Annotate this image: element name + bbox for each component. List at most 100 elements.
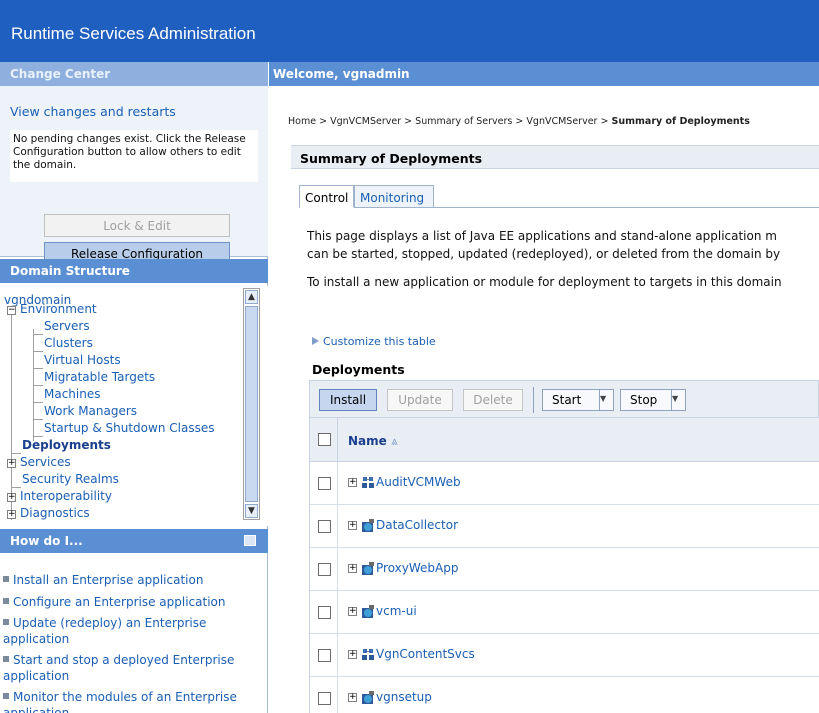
tree-item-startup-shutdown-classes[interactable]: Startup & Shutdown Classes	[44, 421, 214, 435]
web-app-icon	[362, 519, 374, 532]
tree-item-machines[interactable]: Machines	[44, 387, 100, 401]
table-row: + ProxyWebApp	[310, 548, 819, 591]
row-checkbox[interactable]	[318, 477, 331, 490]
welcome-bar: Welcome, vgnadmin	[269, 62, 819, 86]
minimize-icon[interactable]	[244, 535, 256, 546]
customize-table-link[interactable]: Customize this table	[312, 335, 436, 348]
tree-item-virtual-hosts[interactable]: Virtual Hosts	[44, 353, 121, 367]
howdo-item[interactable]: Monitor the modules of an Enterprise app…	[3, 689, 265, 713]
delete-button[interactable]: Delete	[463, 389, 523, 411]
app-title: Runtime Services Administration	[11, 24, 256, 43]
tree-item-diagnostics[interactable]: Diagnostics	[20, 506, 90, 520]
expand-icon[interactable]: +	[7, 510, 16, 519]
scroll-thumb[interactable]	[245, 306, 258, 502]
row-checkbox[interactable]	[318, 606, 331, 619]
breadcrumb-summary-servers[interactable]: Summary of Servers	[415, 116, 512, 127]
deployment-name-link[interactable]: vgnsetup	[376, 690, 432, 704]
tree-item-migratable-targets[interactable]: Migratable Targets	[44, 370, 155, 384]
tree-line	[11, 312, 12, 520]
tree-item-deployments[interactable]: Deployments	[22, 438, 111, 452]
row-checkbox[interactable]	[318, 520, 331, 533]
description-line-3: To install a new application or module f…	[307, 275, 782, 289]
description-line-1: This page displays a list of Java EE app…	[307, 229, 777, 243]
breadcrumb-server-2[interactable]: VgnVCMServer	[526, 116, 597, 127]
deployments-toolbar: Install Update Delete Start ▼ Stop ▼	[309, 380, 819, 418]
tree-item-servers[interactable]: Servers	[44, 319, 90, 333]
row-checkbox[interactable]	[318, 563, 331, 576]
update-button[interactable]: Update	[387, 389, 453, 411]
expand-icon[interactable]: +	[348, 478, 357, 487]
row-checkbox[interactable]	[318, 649, 331, 662]
howdo-item[interactable]: Install an Enterprise application	[3, 572, 265, 588]
table-row: + vcm-ui	[310, 591, 819, 634]
deployment-name-link[interactable]: DataCollector	[376, 518, 458, 532]
tree-item-environment[interactable]: Environment	[20, 302, 97, 316]
enterprise-app-icon	[362, 649, 374, 660]
tree-line	[33, 436, 43, 437]
stop-button[interactable]: Stop ▼	[620, 389, 686, 411]
domain-structure-header: Domain Structure	[0, 259, 268, 283]
install-button[interactable]: Install	[319, 389, 377, 411]
table-header: Name ⩓	[310, 418, 819, 462]
left-column: Change Center View changes and restarts …	[0, 62, 268, 713]
deployment-name-link[interactable]: vcm-ui	[376, 604, 417, 618]
expand-icon[interactable]: +	[7, 493, 16, 502]
deployments-table: Name ⩓ + AuditVCMWeb + DataCollector + ProxyW…	[309, 418, 819, 713]
select-all-checkbox[interactable]	[318, 433, 331, 446]
breadcrumb-home[interactable]: Home	[288, 116, 316, 127]
chevron-down-icon[interactable]: ▼	[599, 390, 613, 410]
howdo-item[interactable]: Start and stop a deployed Enterprise app…	[3, 652, 265, 684]
howdo-header: How do I...	[0, 529, 268, 553]
expand-icon[interactable]: +	[348, 564, 357, 573]
name-column-header[interactable]: Name ⩓	[348, 434, 398, 449]
description-line-2: can be started, stopped, updated (redepl…	[307, 247, 781, 261]
expand-icon[interactable]: +	[348, 650, 357, 659]
table-row: + VgnContentSvcs	[310, 634, 819, 677]
lock-edit-button[interactable]: Lock & Edit	[44, 214, 230, 237]
header-checkbox-cell	[310, 418, 338, 462]
howdo-title: How do I...	[10, 534, 83, 548]
tree-item-services[interactable]: Services	[20, 455, 71, 469]
row-checkbox-cell	[310, 505, 338, 548]
bullet-icon	[3, 656, 9, 662]
row-checkbox[interactable]	[318, 692, 331, 705]
web-app-icon	[362, 691, 374, 704]
tree-item-clusters[interactable]: Clusters	[44, 336, 93, 350]
collapse-icon[interactable]: −	[7, 306, 16, 315]
enterprise-app-icon	[362, 477, 374, 488]
tree-scrollbar[interactable]: ▲ ▼	[243, 288, 260, 520]
toolbar-separator	[533, 387, 534, 413]
web-app-icon	[362, 605, 374, 618]
howdo-item[interactable]: Configure an Enterprise application	[3, 594, 265, 610]
tree-line	[11, 453, 21, 454]
tree-line	[33, 334, 43, 335]
start-button[interactable]: Start ▼	[542, 389, 614, 411]
expand-triangle-icon	[312, 337, 319, 345]
bullet-icon	[3, 619, 9, 625]
deployment-name-link[interactable]: ProxyWebApp	[376, 561, 458, 575]
scroll-down-icon[interactable]: ▼	[245, 504, 258, 518]
chevron-down-icon[interactable]: ▼	[671, 390, 685, 410]
table-row: + AuditVCMWeb	[310, 462, 819, 505]
tree-item-interoperability[interactable]: Interoperability	[20, 489, 112, 503]
deployment-name-link[interactable]: AuditVCMWeb	[376, 475, 461, 489]
change-center-message: No pending changes exist. Click the Rele…	[10, 130, 258, 182]
breadcrumb-server[interactable]: VgnVCMServer	[330, 116, 401, 127]
view-changes-link[interactable]: View changes and restarts	[10, 104, 176, 119]
tab-control[interactable]: Control	[299, 185, 354, 208]
deployment-name-link[interactable]: VgnContentSvcs	[376, 647, 475, 661]
tab-monitoring[interactable]: Monitoring	[354, 185, 434, 208]
change-center-panel: View changes and restarts No pending cha…	[0, 86, 268, 265]
breadcrumb-current: Summary of Deployments	[611, 116, 750, 127]
expand-icon[interactable]: +	[348, 693, 357, 702]
expand-icon[interactable]: +	[348, 607, 357, 616]
tree-line	[33, 402, 43, 403]
change-center-header: Change Center	[0, 62, 268, 86]
tree-item-work-managers[interactable]: Work Managers	[44, 404, 137, 418]
howdo-item[interactable]: Update (redeploy) an Enterprise applicat…	[3, 615, 265, 647]
expand-icon[interactable]: +	[348, 521, 357, 530]
web-app-icon	[362, 562, 374, 575]
scroll-up-icon[interactable]: ▲	[245, 290, 258, 304]
tree-item-security-realms[interactable]: Security Realms	[22, 472, 119, 486]
expand-icon[interactable]: +	[7, 459, 16, 468]
